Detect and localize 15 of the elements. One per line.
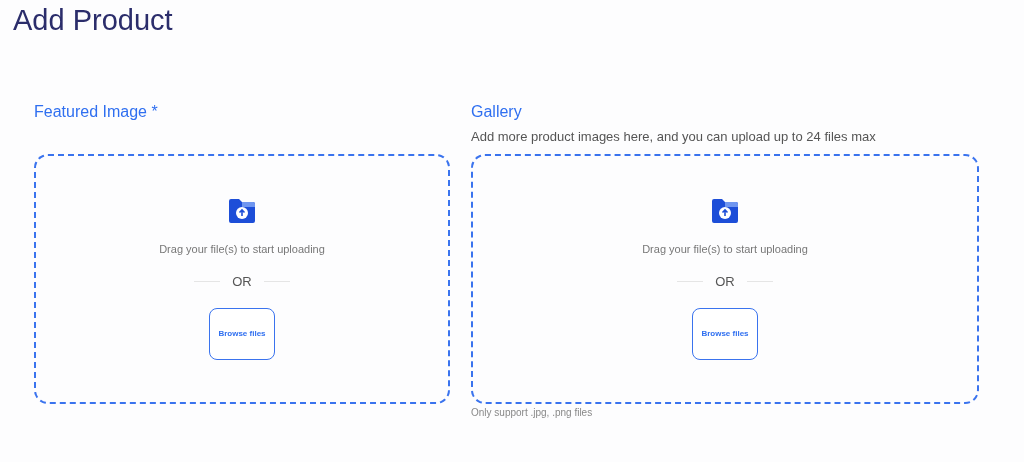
drop-hint: Drag your file(s) to start uploading xyxy=(159,242,325,257)
dropzone[interactable]: Drag your file(s) to start uploading OR Browse files xyxy=(471,154,979,404)
folder-upload-icon xyxy=(228,198,256,224)
file-type-note: Only support .jpg, .png files xyxy=(471,406,593,420)
dropzone[interactable]: Drag your file(s) to start uploading OR Browse files xyxy=(34,154,450,404)
page-title: Add Product xyxy=(13,3,174,38)
section-label: Gallery xyxy=(471,102,522,122)
browse-files-button[interactable]: Browse files xyxy=(692,308,758,360)
drop-hint: Drag your file(s) to start uploading xyxy=(642,242,808,257)
section-description: Add more product images here, and you can upload up to 24 files max xyxy=(471,128,876,147)
or-separator: OR xyxy=(715,272,735,291)
browse-files-button[interactable]: Browse files xyxy=(209,308,275,360)
folder-upload-icon xyxy=(711,198,739,224)
section-label: Featured Image * xyxy=(34,102,158,122)
or-separator: OR xyxy=(232,272,252,291)
